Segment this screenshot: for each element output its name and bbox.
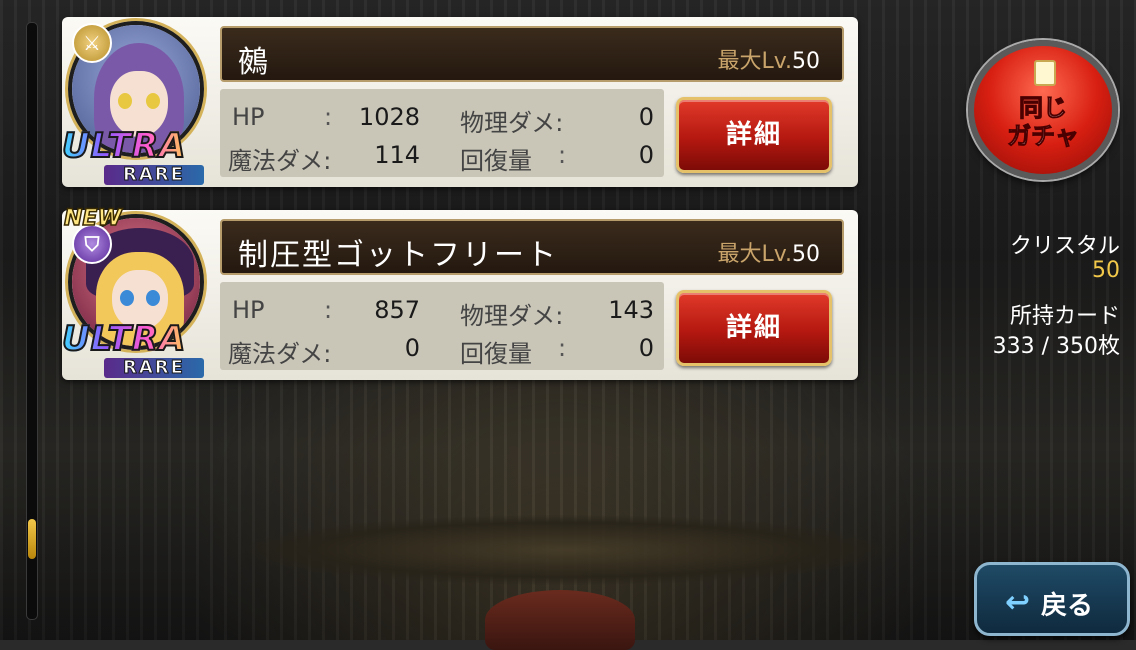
card-name-bar: 制圧型ゴットフリート 最大Lv.50 bbox=[220, 219, 844, 275]
physical-damage-label: 物理ダメ: bbox=[460, 302, 564, 330]
heal-value: 0 bbox=[638, 334, 654, 362]
portrait-eye bbox=[146, 290, 160, 306]
detail-button[interactable]: 詳細 bbox=[676, 97, 832, 173]
hp-label: HP bbox=[232, 296, 265, 324]
card-item[interactable]: ⛉ NEW ULTRA RARE 制圧型ゴットフリート 最大Lv.50 HP :… bbox=[61, 205, 858, 380]
magic-damage-value: 0 bbox=[404, 334, 420, 362]
magic-damage-label: 魔法ダメ: bbox=[228, 147, 332, 175]
scrollbar-thumb[interactable] bbox=[28, 519, 36, 559]
hp-label: HP bbox=[232, 103, 265, 131]
card-name-bar: 鵺 最大Lv.50 bbox=[220, 26, 844, 82]
hp-value: 857 bbox=[374, 296, 420, 324]
scrollbar[interactable] bbox=[26, 22, 38, 620]
max-level-value: 50 bbox=[792, 242, 820, 267]
back-button[interactable]: ↩ 戻る bbox=[974, 562, 1130, 636]
heal-label: 回復量 bbox=[460, 340, 532, 368]
owned-cards-value: 333 / 350枚 bbox=[992, 334, 1120, 359]
rarity-ultra-label: ULTRA bbox=[61, 128, 232, 164]
magic-damage-label: 魔法ダメ: bbox=[228, 340, 332, 368]
portrait-eye bbox=[146, 93, 160, 109]
max-level-label: 最大Lv. bbox=[717, 242, 792, 267]
gacha-capsule-icon bbox=[1034, 60, 1056, 86]
new-badge: NEW bbox=[63, 205, 122, 232]
crossed-swords-icon: ⚔ bbox=[72, 23, 112, 63]
physical-damage-value: 0 bbox=[638, 103, 654, 131]
portrait-eye bbox=[118, 93, 132, 109]
return-arrow-icon: ↩ bbox=[1005, 585, 1031, 620]
stats-panel: HP : 857 物理ダメ: 143 魔法ダメ: 0 回復量 : 0 bbox=[220, 282, 664, 370]
same-gacha-label: 同じ ガチャ bbox=[1007, 94, 1080, 151]
detail-button[interactable]: 詳細 bbox=[676, 290, 832, 366]
rarity-ultra-label: ULTRA bbox=[61, 321, 232, 357]
card-name: 鵺 bbox=[238, 45, 270, 80]
card-item[interactable]: ⚔ ULTRA RARE 鵺 最大Lv.50 HP : 1028 物理ダメ: 0… bbox=[61, 17, 858, 187]
card-name: 制圧型ゴットフリート bbox=[238, 238, 558, 273]
max-level: 最大Lv.50 bbox=[717, 236, 820, 268]
hp-value: 1028 bbox=[358, 103, 420, 131]
stats-panel: HP : 1028 物理ダメ: 0 魔法ダメ: 114 回復量 : 0 bbox=[220, 89, 664, 177]
same-gacha-button[interactable]: 同じ ガチャ bbox=[968, 40, 1118, 180]
max-level: 最大Lv.50 bbox=[717, 43, 820, 75]
rarity-rare-label: RARE bbox=[104, 357, 204, 378]
crystal-value: 50 bbox=[1092, 258, 1120, 283]
max-level-value: 50 bbox=[792, 49, 820, 74]
owned-cards-label: 所持カード bbox=[1009, 304, 1120, 329]
magic-damage-value: 114 bbox=[374, 141, 420, 169]
physical-damage-label: 物理ダメ: bbox=[460, 109, 564, 137]
heal-value: 0 bbox=[638, 141, 654, 169]
background-urn bbox=[485, 590, 635, 650]
crystal-label: クリスタル bbox=[1009, 234, 1120, 259]
physical-damage-value: 143 bbox=[608, 296, 654, 324]
heal-label: 回復量 bbox=[460, 147, 532, 175]
background-altar bbox=[240, 515, 890, 585]
back-label: 戻る bbox=[1041, 591, 1094, 621]
portrait-eye bbox=[120, 290, 134, 306]
rarity-rare-label: RARE bbox=[104, 164, 204, 185]
max-level-label: 最大Lv. bbox=[717, 49, 792, 74]
